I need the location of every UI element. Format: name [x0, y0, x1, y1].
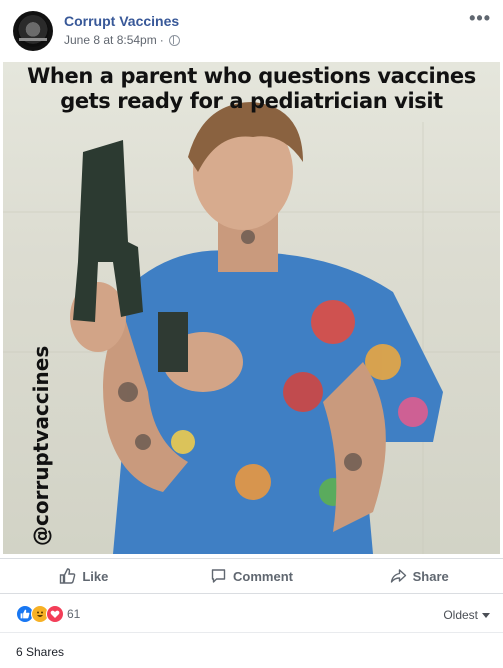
love-reaction-icon[interactable]	[46, 605, 64, 623]
photo-illustration	[3, 102, 500, 554]
caption-line-2: gets ready for a pediatrician visit	[60, 89, 443, 113]
like-label: Like	[82, 568, 109, 584]
comment-button[interactable]: Comment	[168, 559, 336, 593]
post-header: Corrupt Vaccines June 8 at 8:54pm · •••	[0, 0, 503, 62]
comment-icon	[211, 569, 226, 583]
globe-icon	[168, 34, 180, 46]
caret-down-icon	[482, 613, 490, 619]
post-actions-bar: Like Comment Share	[0, 558, 503, 594]
image-watermark: @corruptvaccines	[29, 345, 53, 546]
comment-sort-dropdown[interactable]: Oldest	[443, 608, 490, 622]
shares-count-link[interactable]: 6 Shares	[16, 645, 64, 659]
sort-label: Oldest	[443, 608, 478, 622]
post-meta: June 8 at 8:54pm ·	[64, 33, 180, 47]
share-arrow-icon	[390, 569, 406, 583]
caption-line-1: When a parent who questions vaccines	[27, 64, 476, 88]
thumbs-up-icon	[60, 568, 76, 584]
like-button[interactable]: Like	[0, 559, 168, 593]
comment-label: Comment	[233, 568, 293, 584]
post-image[interactable]: When a parent who questions vaccines get…	[3, 62, 500, 554]
divider	[0, 632, 503, 633]
post-timestamp[interactable]: June 8 at 8:54pm	[64, 33, 157, 47]
reactions-row: 61 Oldest	[0, 601, 503, 629]
image-caption: When a parent who questions vaccines get…	[3, 64, 500, 114]
share-button[interactable]: Share	[335, 559, 503, 593]
page-name-link[interactable]: Corrupt Vaccines	[64, 13, 179, 29]
reaction-count[interactable]: 61	[67, 607, 80, 621]
page-avatar[interactable]	[13, 11, 53, 51]
share-label: Share	[412, 568, 449, 584]
more-options-button[interactable]: •••	[469, 8, 491, 29]
facebook-post: Corrupt Vaccines June 8 at 8:54pm · •••	[0, 0, 503, 668]
meta-separator: ·	[159, 33, 164, 47]
